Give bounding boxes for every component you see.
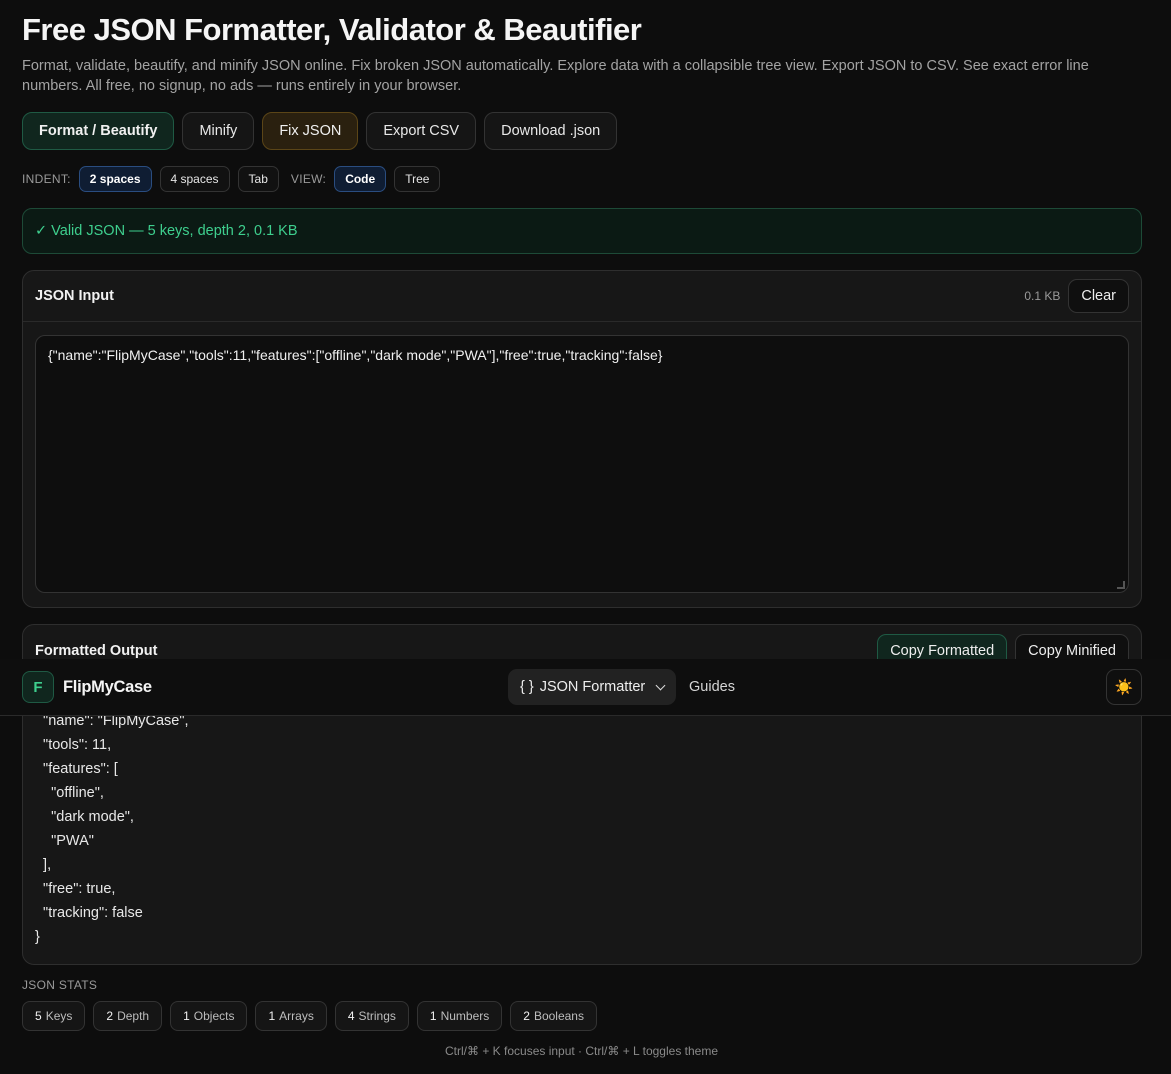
stat-strings: 4 Strings: [334, 1001, 409, 1031]
tool-selector-dropdown[interactable]: { } JSON Formatter: [508, 669, 677, 705]
view-code-option[interactable]: Code: [334, 166, 387, 192]
indent-2-spaces-option[interactable]: 2 spaces: [78, 166, 152, 192]
format-beautify-button[interactable]: Format / Beautify: [22, 112, 175, 150]
json-stats-label: JSON STATS: [22, 978, 98, 992]
braces-icon: { }: [520, 679, 534, 695]
sun-icon: ☀️: [1114, 679, 1134, 696]
page-subtitle: Format, validate, beautify, and minify J…: [22, 58, 1089, 94]
tool-selector-label: JSON Formatter: [539, 679, 646, 695]
code-line: "tools": 11,: [35, 737, 112, 753]
resize-handle-icon[interactable]: [1117, 581, 1125, 589]
input-size-label: 0.1 KB: [1024, 289, 1061, 303]
page-title: Free JSON Formatter, Validator & Beautif…: [22, 12, 642, 47]
code-line: }: [35, 929, 40, 945]
json-input-value: {"name":"FlipMyCase","tools":11,"feature…: [48, 347, 663, 363]
view-label: VIEW:: [290, 172, 327, 186]
stat-depth: 2 Depth: [93, 1001, 163, 1031]
download-json-button[interactable]: Download .json: [484, 112, 618, 150]
chevron-down-icon: [655, 680, 666, 690]
fix-json-button[interactable]: Fix JSON: [262, 112, 359, 150]
brand-name[interactable]: FlipMyCase: [63, 678, 152, 697]
indent-label: INDENT:: [22, 172, 71, 186]
indent-tab-option[interactable]: Tab: [237, 166, 279, 192]
json-stats-list: 5 Keys 2 Depth 1 Objects 1 Arrays 4 Strings 1…: [22, 1001, 597, 1031]
indent-4-spaces-option[interactable]: 4 spaces: [159, 166, 230, 192]
code-line: "PWA": [35, 833, 94, 849]
top-navbar: F FlipMyCase { } JSON Formatter Guides ☀…: [0, 659, 1171, 716]
json-input-panel: JSON Input 0.1 KB Clear {"name":"FlipMyC…: [22, 270, 1142, 608]
view-tree-option[interactable]: Tree: [394, 166, 441, 192]
formatted-code-output[interactable]: "name": "FlipMyCase", "tools": 11, "feat…: [35, 709, 189, 949]
json-input-textarea[interactable]: {"name":"FlipMyCase","tools":11,"feature…: [35, 335, 1129, 593]
code-line: ],: [35, 857, 52, 873]
code-line: "dark mode",: [35, 809, 134, 825]
brand-logo[interactable]: F: [22, 671, 54, 703]
input-panel-title: JSON Input: [35, 288, 114, 304]
guides-link[interactable]: Guides: [689, 679, 735, 695]
stat-numbers: 1 Numbers: [416, 1001, 503, 1031]
validation-status-text: ✓ Valid JSON — 5 keys, depth 2, 0.1 KB: [35, 223, 298, 239]
code-line: "features": [: [35, 761, 118, 777]
stat-keys: 5 Keys: [22, 1001, 86, 1031]
clear-button[interactable]: Clear: [1068, 279, 1129, 313]
code-line: "tracking": false: [35, 905, 143, 921]
validation-status-banner: ✓ Valid JSON — 5 keys, depth 2, 0.1 KB: [22, 208, 1142, 254]
stat-arrays: 1 Arrays: [255, 1001, 327, 1031]
options-bar: INDENT: 2 spaces 4 spaces Tab VIEW: Code…: [22, 166, 441, 192]
code-line: "offline",: [35, 785, 104, 801]
input-panel-header: JSON Input 0.1 KB Clear: [23, 271, 1141, 322]
code-line: "free": true,: [35, 881, 116, 897]
theme-toggle-button[interactable]: ☀️: [1106, 669, 1142, 705]
keyboard-shortcuts-hint: Ctrl/⌘ + K focuses input · Ctrl/⌘ + L to…: [445, 1044, 718, 1058]
export-csv-button[interactable]: Export CSV: [366, 112, 477, 150]
stat-booleans: 2 Booleans: [510, 1001, 597, 1031]
output-panel-title: Formatted Output: [35, 642, 158, 659]
stat-objects: 1 Objects: [170, 1001, 248, 1031]
minify-button[interactable]: Minify: [182, 112, 255, 150]
action-toolbar: Format / Beautify Minify Fix JSON Export…: [22, 112, 618, 150]
